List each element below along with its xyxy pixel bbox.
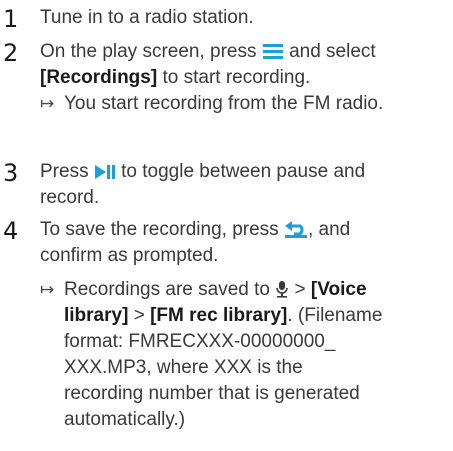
step-text-part: to start recording.: [162, 67, 311, 88]
result-arrow-icon: ↦: [40, 280, 55, 300]
step-text: record.: [40, 187, 100, 208]
result-text: XXX.MP3, where XXX is the: [64, 357, 303, 378]
step-result: ↦ You start recording from the FM radio.: [40, 92, 383, 116]
menu-option: [Recordings]: [40, 67, 158, 88]
step-text-part: to toggle between pause and: [121, 161, 366, 182]
step-result: ↦ Recordings are saved to > [Voice: [40, 278, 367, 305]
result-text: recording number that is generated: [64, 383, 360, 404]
step-text: [Recordings] to start recording.: [40, 66, 310, 90]
step-text-part: On the play screen, press: [40, 41, 257, 62]
result-arrow-icon: ↦: [40, 94, 55, 114]
step-text-part: Press: [40, 161, 89, 182]
menu-icon: [262, 42, 284, 67]
back-icon: [284, 220, 308, 245]
step-result: library] > [FM rec library]. (Filename: [64, 304, 382, 328]
step-text-part: To save the recording, press: [40, 219, 279, 240]
result-text: Recordings are saved to: [64, 279, 270, 300]
step-text: On the play screen, press and select: [40, 40, 376, 67]
step-text-part: , and: [307, 219, 351, 240]
path-separator: >: [294, 279, 306, 300]
step-number: 2: [3, 39, 19, 67]
step-text-part: and select: [289, 41, 376, 62]
step-number: 4: [3, 217, 19, 245]
step-number: 3: [3, 159, 19, 187]
menu-path: [FM rec library]: [150, 305, 288, 326]
result-text: You start recording from the FM radio.: [64, 93, 384, 114]
result-text: automatically.): [64, 409, 186, 430]
microphone-icon: [275, 280, 289, 305]
menu-path: library]: [64, 305, 129, 326]
step-number: 1: [3, 5, 19, 33]
path-separator: >: [133, 305, 145, 326]
step-text: To save the recording, press , and: [40, 218, 350, 245]
play-pause-icon: [94, 163, 116, 187]
result-text: . (Filename: [287, 305, 383, 326]
menu-path: [Voice: [310, 279, 367, 300]
step-text: confirm as prompted.: [40, 245, 219, 266]
step-text: Tune in to a radio station.: [40, 7, 254, 28]
result-text: format: FMRECXXX-00000000_: [64, 331, 336, 352]
step-text: Press to toggle between pause and: [40, 160, 365, 187]
